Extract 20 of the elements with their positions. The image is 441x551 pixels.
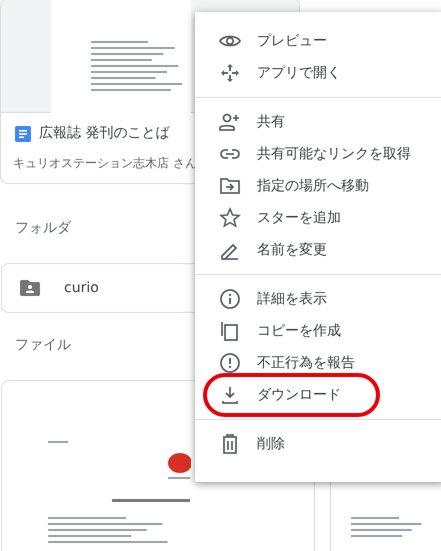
- star-icon: [219, 207, 241, 229]
- file-title: 広報誌 発刊のことば: [39, 124, 170, 143]
- folder-arrow-icon: [219, 175, 241, 197]
- copy-icon: [219, 320, 241, 342]
- folder-name: curio: [64, 278, 99, 298]
- section-heading: ファイル: [15, 336, 71, 355]
- shared-folder-icon: [20, 280, 40, 296]
- menu-item[interactable]: 削除: [195, 428, 441, 460]
- info-icon: [219, 288, 241, 310]
- exclamation-icon: [219, 352, 241, 374]
- menu-item[interactable]: 不正行為を報告: [195, 347, 441, 379]
- menu-item[interactable]: スターを追加: [195, 202, 441, 234]
- menu-item[interactable]: ダウンロード: [195, 379, 441, 411]
- four-arrows-icon: [219, 62, 241, 84]
- section-heading: フォルダ: [15, 219, 71, 238]
- download-icon: [219, 384, 241, 406]
- person-plus-icon: [219, 111, 241, 133]
- document-icon: [15, 126, 31, 142]
- menu-item[interactable]: コピーを作成: [195, 315, 441, 347]
- menu-item[interactable]: 名前を変更: [195, 234, 441, 266]
